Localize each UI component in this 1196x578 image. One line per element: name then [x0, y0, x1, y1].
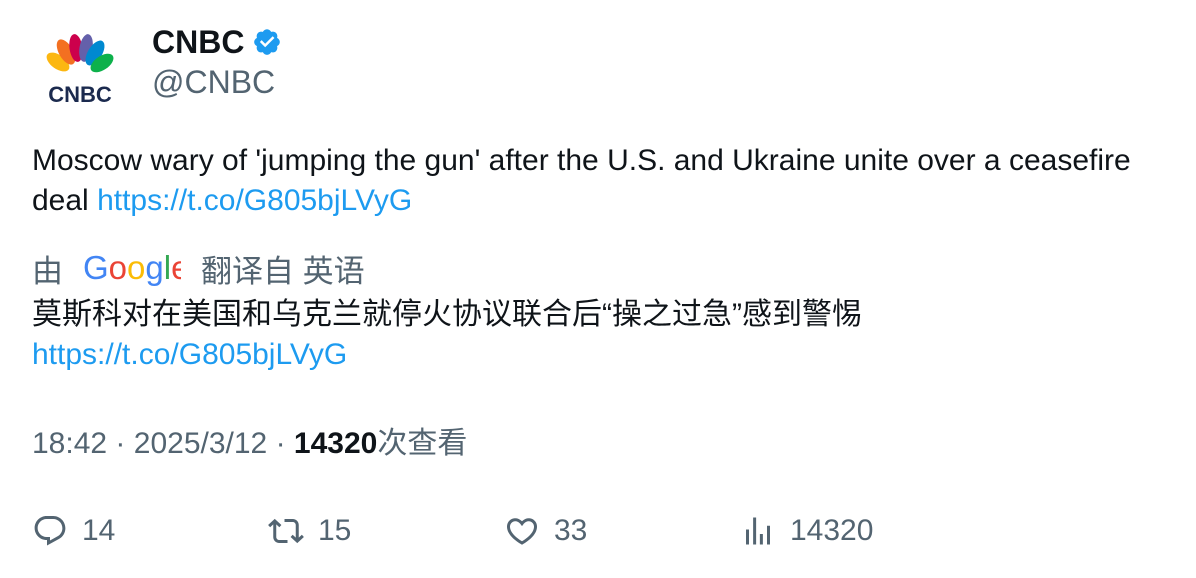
- author-handle[interactable]: @CNBC: [152, 64, 282, 101]
- meta-separator: ·: [275, 427, 286, 460]
- tweet-meta: 18:42 · 2025/3/12 · 14320次查看: [32, 424, 467, 464]
- views-action-count: 14320: [790, 514, 874, 547]
- translated-body: 莫斯科对在美国和乌克兰就停火协议联合后“操之过急”感到警惕: [32, 298, 862, 331]
- retweet-count: 15: [318, 514, 352, 547]
- reply-count: 14: [82, 514, 116, 547]
- logo-text: CNBC: [48, 82, 112, 107]
- meta-separator: ·: [115, 427, 126, 460]
- reply-icon: [34, 516, 66, 546]
- translation-prefix: 由: [32, 253, 63, 289]
- views-count: 14320: [293, 427, 378, 460]
- translation-suffix: 翻译自 英语: [201, 253, 365, 289]
- tweet-date[interactable]: 2025/3/12: [134, 427, 267, 460]
- like-button[interactable]: 33: [504, 511, 587, 551]
- like-count: 33: [554, 514, 588, 547]
- translated-text: 莫斯科对在美国和乌克兰就停火协议联合后“操之过急”感到警惕 https://t.…: [32, 295, 1162, 375]
- retweet-icon: [268, 518, 304, 544]
- google-logo: Google: [83, 250, 181, 286]
- like-icon: [506, 518, 538, 545]
- svg-text:Google: Google: [83, 250, 181, 286]
- reply-button[interactable]: 14: [32, 511, 115, 551]
- tweet-time[interactable]: 18:42: [32, 427, 107, 460]
- tweet-link[interactable]: https://t.co/G805bjLVyG: [97, 184, 412, 217]
- views-icon: [746, 517, 770, 545]
- verified-badge-icon[interactable]: [252, 27, 282, 57]
- views-button[interactable]: 14320: [740, 511, 873, 551]
- retweet-button[interactable]: 15: [268, 511, 351, 551]
- author-name[interactable]: CNBC: [152, 24, 244, 61]
- cnbc-peacock-logo: CNBC: [46, 34, 114, 107]
- author-block: CNBC @CNBC: [152, 22, 282, 101]
- translated-link[interactable]: https://t.co/G805bjLVyG: [32, 338, 347, 371]
- tweet-text: Moscow wary of 'jumping the gun' after t…: [32, 141, 1162, 221]
- avatar[interactable]: CNBC: [32, 30, 128, 110]
- translation-attribution[interactable]: 由 Google 翻译自 英语: [32, 246, 365, 290]
- views-label: 次查看: [377, 427, 468, 460]
